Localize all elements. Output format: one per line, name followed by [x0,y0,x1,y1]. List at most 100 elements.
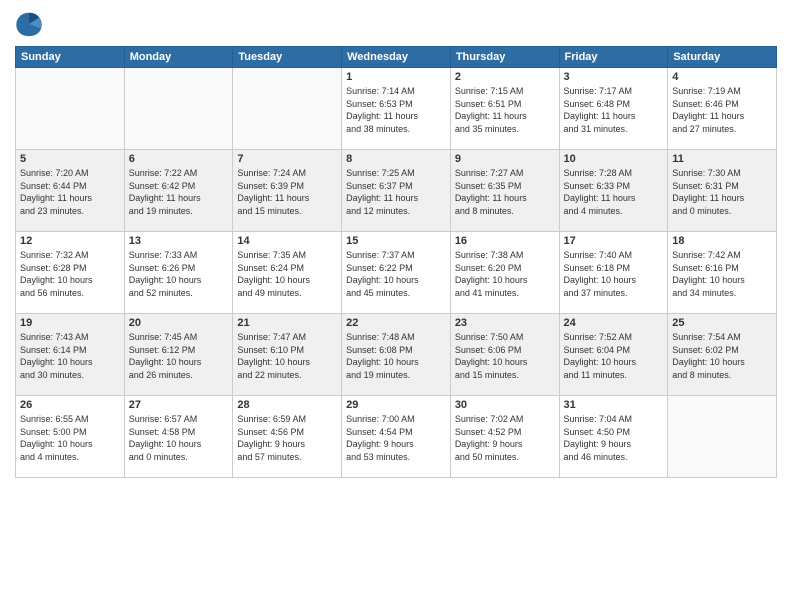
calendar-day-cell [124,68,233,150]
calendar-day-cell: 14 Sunrise: 7:35 AM Sunset: 6:24 PM Dayli… [233,232,342,314]
calendar-day-cell: 22 Sunrise: 7:48 AM Sunset: 6:08 PM Dayli… [342,314,451,396]
day-number: 13 [129,235,229,247]
day-detail: Sunrise: 7:28 AM Sunset: 6:33 PM Dayligh… [564,167,664,217]
day-detail: Sunrise: 7:32 AM Sunset: 6:28 PM Dayligh… [20,249,120,299]
weekday-header-monday: Monday [124,47,233,68]
calendar-day-cell: 9 Sunrise: 7:27 AM Sunset: 6:35 PM Daylig… [450,150,559,232]
calendar-week-row: 19 Sunrise: 7:43 AM Sunset: 6:14 PM Dayli… [16,314,777,396]
calendar-day-cell: 11 Sunrise: 7:30 AM Sunset: 6:31 PM Dayli… [668,150,777,232]
day-detail: Sunrise: 7:22 AM Sunset: 6:42 PM Dayligh… [129,167,229,217]
day-detail: Sunrise: 7:50 AM Sunset: 6:06 PM Dayligh… [455,331,555,381]
day-detail: Sunrise: 7:27 AM Sunset: 6:35 PM Dayligh… [455,167,555,217]
calendar-day-cell: 27 Sunrise: 6:57 AM Sunset: 4:58 PM Dayli… [124,396,233,478]
day-detail: Sunrise: 7:24 AM Sunset: 6:39 PM Dayligh… [237,167,337,217]
day-detail: Sunrise: 7:35 AM Sunset: 6:24 PM Dayligh… [237,249,337,299]
day-detail: Sunrise: 7:33 AM Sunset: 6:26 PM Dayligh… [129,249,229,299]
day-number: 8 [346,153,446,165]
day-number: 5 [20,153,120,165]
logo [15,10,47,38]
day-number: 29 [346,399,446,411]
day-number: 18 [672,235,772,247]
calendar-day-cell: 10 Sunrise: 7:28 AM Sunset: 6:33 PM Dayli… [559,150,668,232]
day-detail: Sunrise: 7:45 AM Sunset: 6:12 PM Dayligh… [129,331,229,381]
weekday-header-friday: Friday [559,47,668,68]
day-number: 22 [346,317,446,329]
day-detail: Sunrise: 7:42 AM Sunset: 6:16 PM Dayligh… [672,249,772,299]
day-number: 4 [672,71,772,83]
day-number: 19 [20,317,120,329]
day-number: 20 [129,317,229,329]
calendar-day-cell: 3Sunrise: 7:17 AM Sunset: 6:48 PM Daylig… [559,68,668,150]
calendar-day-cell: 18 Sunrise: 7:42 AM Sunset: 6:16 PM Dayli… [668,232,777,314]
calendar-day-cell: 2Sunrise: 7:15 AM Sunset: 6:51 PM Daylig… [450,68,559,150]
calendar-day-cell: 23 Sunrise: 7:50 AM Sunset: 6:06 PM Dayli… [450,314,559,396]
calendar-day-cell: 6 Sunrise: 7:22 AM Sunset: 6:42 PM Daylig… [124,150,233,232]
weekday-header-saturday: Saturday [668,47,777,68]
day-number: 7 [237,153,337,165]
day-detail: Sunrise: 7:38 AM Sunset: 6:20 PM Dayligh… [455,249,555,299]
day-detail: Sunrise: 7:02 AM Sunset: 4:52 PM Dayligh… [455,413,555,463]
day-number: 25 [672,317,772,329]
calendar-table: SundayMondayTuesdayWednesdayThursdayFrid… [15,46,777,478]
day-detail: Sunrise: 7:04 AM Sunset: 4:50 PM Dayligh… [564,413,664,463]
day-number: 28 [237,399,337,411]
day-detail: Sunrise: 7:30 AM Sunset: 6:31 PM Dayligh… [672,167,772,217]
day-number: 17 [564,235,664,247]
day-detail: Sunrise: 7:47 AM Sunset: 6:10 PM Dayligh… [237,331,337,381]
day-number: 14 [237,235,337,247]
day-number: 16 [455,235,555,247]
day-detail: Sunrise: 6:59 AM Sunset: 4:56 PM Dayligh… [237,413,337,463]
calendar-day-cell: 15Sunrise: 7:37 AM Sunset: 6:22 PM Dayli… [342,232,451,314]
day-detail: Sunrise: 7:37 AM Sunset: 6:22 PM Dayligh… [346,249,446,299]
day-number: 23 [455,317,555,329]
weekday-header-row: SundayMondayTuesdayWednesdayThursdayFrid… [16,47,777,68]
day-number: 21 [237,317,337,329]
day-detail: Sunrise: 7:25 AM Sunset: 6:37 PM Dayligh… [346,167,446,217]
day-number: 27 [129,399,229,411]
calendar-week-row: 26 Sunrise: 6:55 AM Sunset: 5:00 PM Dayli… [16,396,777,478]
calendar-day-cell [233,68,342,150]
calendar-day-cell: 29Sunrise: 7:00 AM Sunset: 4:54 PM Dayli… [342,396,451,478]
weekday-header-wednesday: Wednesday [342,47,451,68]
header [15,10,777,38]
calendar-day-cell [16,68,125,150]
calendar-week-row: 1Sunrise: 7:14 AM Sunset: 6:53 PM Daylig… [16,68,777,150]
day-detail: Sunrise: 7:17 AM Sunset: 6:48 PM Dayligh… [564,85,664,135]
day-number: 2 [455,71,555,83]
calendar-day-cell: 16 Sunrise: 7:38 AM Sunset: 6:20 PM Dayli… [450,232,559,314]
day-number: 1 [346,71,446,83]
calendar-page: SundayMondayTuesdayWednesdayThursdayFrid… [0,0,792,612]
day-detail: Sunrise: 6:57 AM Sunset: 4:58 PM Dayligh… [129,413,229,463]
calendar-day-cell: 12 Sunrise: 7:32 AM Sunset: 6:28 PM Dayli… [16,232,125,314]
calendar-day-cell: 19 Sunrise: 7:43 AM Sunset: 6:14 PM Dayli… [16,314,125,396]
weekday-header-thursday: Thursday [450,47,559,68]
calendar-day-cell: 1Sunrise: 7:14 AM Sunset: 6:53 PM Daylig… [342,68,451,150]
calendar-day-cell: 5Sunrise: 7:20 AM Sunset: 6:44 PM Daylig… [16,150,125,232]
calendar-day-cell: 25 Sunrise: 7:54 AM Sunset: 6:02 PM Dayli… [668,314,777,396]
calendar-week-row: 12 Sunrise: 7:32 AM Sunset: 6:28 PM Dayli… [16,232,777,314]
day-number: 26 [20,399,120,411]
day-detail: Sunrise: 7:54 AM Sunset: 6:02 PM Dayligh… [672,331,772,381]
day-number: 9 [455,153,555,165]
calendar-day-cell: 20 Sunrise: 7:45 AM Sunset: 6:12 PM Dayli… [124,314,233,396]
calendar-day-cell [668,396,777,478]
day-detail: Sunrise: 7:19 AM Sunset: 6:46 PM Dayligh… [672,85,772,135]
day-detail: Sunrise: 7:48 AM Sunset: 6:08 PM Dayligh… [346,331,446,381]
day-number: 12 [20,235,120,247]
logo-icon [15,10,43,38]
day-number: 10 [564,153,664,165]
calendar-day-cell: 21 Sunrise: 7:47 AM Sunset: 6:10 PM Dayli… [233,314,342,396]
calendar-day-cell: 8 Sunrise: 7:25 AM Sunset: 6:37 PM Daylig… [342,150,451,232]
day-detail: Sunrise: 7:43 AM Sunset: 6:14 PM Dayligh… [20,331,120,381]
day-number: 24 [564,317,664,329]
calendar-day-cell: 26 Sunrise: 6:55 AM Sunset: 5:00 PM Dayli… [16,396,125,478]
weekday-header-tuesday: Tuesday [233,47,342,68]
calendar-day-cell: 4 Sunrise: 7:19 AM Sunset: 6:46 PM Daylig… [668,68,777,150]
day-number: 30 [455,399,555,411]
day-detail: Sunrise: 7:52 AM Sunset: 6:04 PM Dayligh… [564,331,664,381]
day-number: 31 [564,399,664,411]
day-number: 6 [129,153,229,165]
weekday-header-sunday: Sunday [16,47,125,68]
day-number: 11 [672,153,772,165]
day-detail: Sunrise: 6:55 AM Sunset: 5:00 PM Dayligh… [20,413,120,463]
